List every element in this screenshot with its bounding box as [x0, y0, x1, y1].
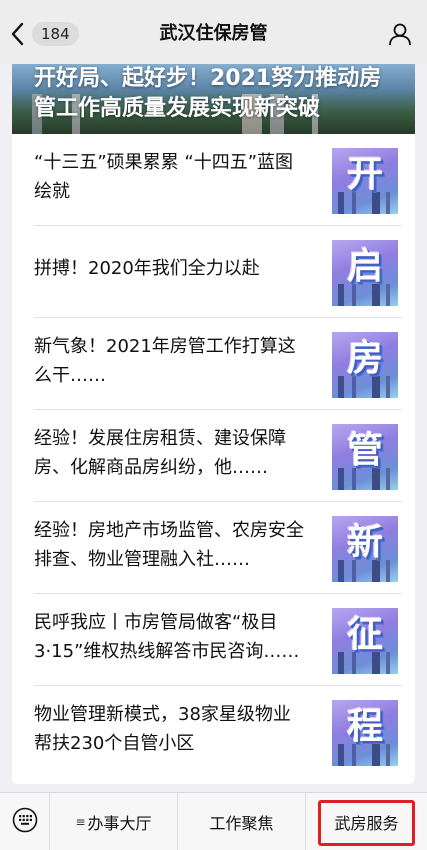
- list-item[interactable]: 新气象！2021年房管工作打算这么干…… 房: [34, 318, 402, 410]
- article-thumbnail: 启: [332, 240, 398, 306]
- menu-label: 办事大厅: [87, 814, 152, 833]
- article-thumbnail: 开: [332, 148, 398, 214]
- list-item[interactable]: 经验！房地产市场监管、农房安全排查、物业管理融入社…… 新: [34, 502, 402, 594]
- list-item[interactable]: “十三五”硕果累累 “十四五”蓝图绘就 开: [34, 134, 402, 226]
- bottom-menu-bar: ≡ 办事大厅 工作聚焦 武房服务: [0, 792, 427, 850]
- menu-item-housing-service[interactable]: 武房服务: [306, 793, 427, 850]
- top-nav-bar: 184 武汉住保房管: [0, 0, 427, 64]
- article-thumbnail: 征: [332, 608, 398, 674]
- article-title: “十三五”硕果累累 “十四五”蓝图绘就: [34, 152, 294, 202]
- article-title: 经验！房地产市场监管、农房安全排查、物业管理融入社……: [34, 520, 304, 570]
- featured-article-banner[interactable]: 开好局、起好步！2021努力推动房管工作高质量发展实现新突破: [12, 64, 415, 134]
- article-thumbnail: 新: [332, 516, 398, 582]
- article-title: 拼搏！2020年我们全力以赴: [34, 258, 260, 279]
- menu-item-work-focus[interactable]: 工作聚焦: [178, 793, 306, 850]
- article-thumbnail: 房: [332, 332, 398, 398]
- article-list: “十三五”硕果累累 “十四五”蓝图绘就 开 拼搏！2020年我们全力以赴 启 新…: [12, 134, 415, 784]
- article-title: 物业管理新模式，38家星级物业帮扶230个自管小区: [34, 704, 291, 754]
- list-item[interactable]: 拼搏！2020年我们全力以赴 启: [34, 226, 402, 318]
- submenu-icon: ≡: [75, 815, 86, 829]
- menu-label: 工作聚焦: [209, 814, 274, 833]
- user-icon[interactable]: [387, 21, 413, 47]
- article-thumbnail: 管: [332, 424, 398, 490]
- keyboard-icon: [12, 807, 38, 837]
- list-item[interactable]: 民呼我应丨市房管局做客“极目3·15”维权热线解答市民咨询…… 征: [34, 594, 402, 686]
- article-title: 新气象！2021年房管工作打算这么干……: [34, 336, 296, 386]
- article-title: 民呼我应丨市房管局做客“极目3·15”维权热线解答市民咨询……: [34, 612, 300, 662]
- article-thumbnail: 程: [332, 700, 398, 766]
- list-item[interactable]: 经验！发展住房租赁、建设保障房、化解商品房纠纷，他…… 管: [34, 410, 402, 502]
- list-item[interactable]: 物业管理新模式，38家星级物业帮扶230个自管小区 程: [34, 686, 402, 778]
- banner-title: 开好局、起好步！2021努力推动房管工作高质量发展实现新突破: [34, 66, 382, 121]
- menu-item-service-hall[interactable]: ≡ 办事大厅: [50, 793, 178, 850]
- page-title: 武汉住保房管: [159, 23, 268, 44]
- menu-label: 武房服务: [334, 814, 399, 833]
- keyboard-toggle-button[interactable]: [0, 793, 50, 850]
- article-title: 经验！发展住房租赁、建设保障房、化解商品房纠纷，他……: [34, 428, 286, 478]
